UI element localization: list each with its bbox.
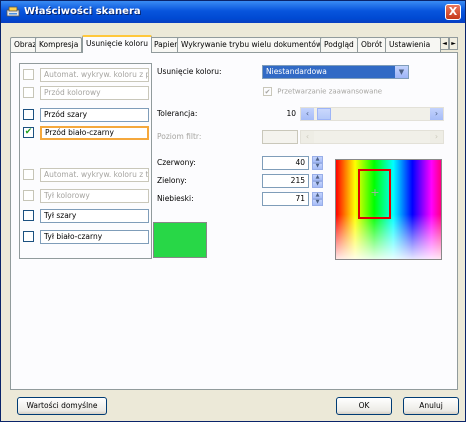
blue-input[interactable]: 71 [262, 192, 309, 206]
green-stepper[interactable]: ▲ ▼ [312, 174, 323, 188]
green-label: Zielony: [157, 176, 187, 185]
checkbox[interactable] [23, 231, 34, 242]
checkbox[interactable] [23, 210, 34, 221]
fill-level-value [262, 130, 298, 144]
scanner-app-icon [6, 6, 20, 17]
color-removal-value: Niestandardowa [266, 67, 327, 76]
image-item-label: Tył biało-czarny [40, 230, 149, 244]
green-input[interactable]: 215 [262, 174, 309, 188]
checkbox-checked[interactable]: ✔ [23, 127, 34, 138]
tab-scroll-left-icon[interactable]: ◄ [440, 37, 449, 50]
tab-ustawienia[interactable]: Ustawienia [385, 37, 441, 52]
tab-scroll-buttons: ◄ ► [440, 37, 458, 50]
tab-podglad[interactable]: Podgląd [320, 37, 358, 52]
fill-level-slider[interactable]: ‹ › [262, 130, 444, 144]
tab-scroll-right-icon[interactable]: ► [449, 37, 458, 50]
spin-up-icon[interactable]: ▲ [312, 156, 323, 163]
red-stepper[interactable]: ▲ ▼ [312, 156, 323, 170]
advanced-processing-label: Przetwarzanie zaawansowane [277, 87, 383, 96]
blue-stepper[interactable]: ▲ ▼ [312, 192, 323, 206]
tab-usuniecie-koloru[interactable]: Usunięcie koloru [82, 35, 152, 53]
spin-down-icon[interactable]: ▼ [312, 199, 323, 206]
tolerance-slider[interactable]: 10 ‹ › [262, 107, 444, 121]
image-item-label: Tył kolorowy [40, 189, 149, 203]
cancel-button[interactable]: Anuluj [403, 397, 459, 415]
checkbox[interactable] [23, 87, 34, 98]
scroll-right-icon[interactable]: › [430, 108, 443, 120]
chevron-down-icon: ▼ [395, 66, 408, 78]
defaults-button[interactable]: Wartości domyślne [17, 397, 107, 415]
image-item-label: Przód kolorowy [40, 86, 149, 100]
scroll-right-icon[interactable]: › [430, 131, 443, 143]
color-picker-selection[interactable]: + [358, 169, 391, 219]
advanced-processing-checkbox[interactable]: ✔ Przetwarzanie zaawansowane [263, 87, 382, 96]
image-item-label: Tył szary [40, 209, 149, 223]
scroll-left-icon[interactable]: ‹ [301, 131, 314, 143]
image-item-label: Przód biało-czarny [40, 126, 149, 140]
window-title: Właściwości skanera [24, 6, 141, 17]
spin-down-icon[interactable]: ▼ [312, 163, 323, 170]
blue-label: Niebieski: [157, 194, 194, 203]
checkbox[interactable] [23, 190, 34, 201]
color-removal-select[interactable]: Niestandardowa ▼ [262, 65, 409, 79]
tab-strip: Obraz Kompresja Usunięcie koloru Papier … [10, 35, 458, 53]
image-item-label: Automat. wykryw. koloru z tyłu [40, 168, 149, 182]
fill-level-track[interactable]: ‹ › [300, 130, 444, 144]
image-item-label: Przód szary [40, 108, 149, 122]
spin-up-icon[interactable]: ▲ [312, 192, 323, 199]
color-spectrum-picker[interactable]: + [335, 159, 442, 260]
close-icon: X [448, 5, 458, 18]
tolerance-label: Tolerancja: [157, 109, 198, 118]
tab-wykrywanie[interactable]: Wykrywanie trybu wielu dokumentów [177, 37, 327, 52]
color-preview-swatch [153, 222, 207, 258]
checkbox[interactable] [23, 169, 34, 180]
red-input[interactable]: 40 [262, 156, 309, 170]
image-item-label: Automat. wykryw. koloru z prz [40, 68, 149, 82]
tolerance-thumb[interactable] [317, 108, 331, 120]
checkbox[interactable] [23, 109, 34, 120]
scanner-properties-window: Właściwości skanera X Obraz Kompresja Us… [0, 0, 466, 422]
checkbox[interactable] [23, 69, 34, 80]
tab-obrot[interactable]: Obrót [357, 37, 387, 52]
tolerance-value: 10 [286, 109, 296, 118]
close-button[interactable]: X [445, 4, 461, 20]
tab-kompresja[interactable]: Kompresja [35, 37, 83, 52]
checkbox-checked[interactable]: ✔ [263, 87, 272, 96]
crosshair-icon: + [370, 186, 380, 199]
scroll-left-icon[interactable]: ‹ [301, 108, 314, 120]
fill-level-label: Poziom filtr: [157, 132, 202, 141]
ok-button[interactable]: OK [336, 397, 392, 415]
tolerance-track[interactable]: ‹ › [300, 107, 444, 121]
color-removal-label: Usunięcie koloru: [157, 67, 222, 76]
title-bar: Właściwości skanera X [1, 1, 465, 23]
spin-up-icon[interactable]: ▲ [312, 174, 323, 181]
red-label: Czerwony: [157, 158, 196, 167]
spin-down-icon[interactable]: ▼ [312, 181, 323, 188]
